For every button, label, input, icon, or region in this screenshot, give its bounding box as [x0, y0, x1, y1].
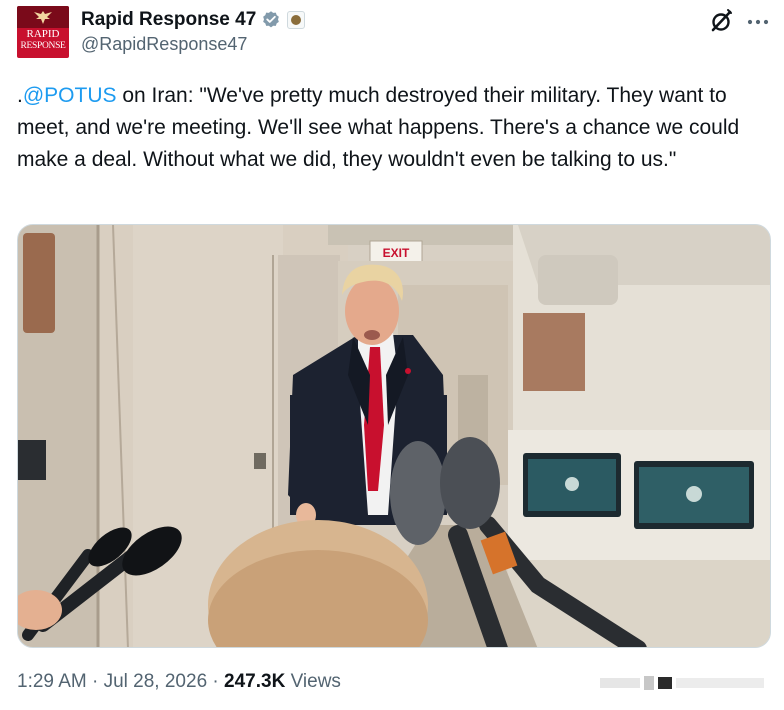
- seal-icon: [291, 15, 302, 25]
- account-handle[interactable]: @RapidResponse47: [81, 34, 247, 55]
- views-label: Views: [285, 671, 341, 692]
- exit-sign-text: EXIT: [383, 246, 410, 260]
- avatar[interactable]: RAPID RESPONSE: [17, 6, 69, 58]
- verified-badge-icon[interactable]: [261, 10, 281, 30]
- eagle-icon: [34, 11, 52, 24]
- avatar-text-rapid: RAPID: [26, 28, 60, 40]
- tweet-date[interactable]: Jul 28, 2026: [104, 671, 208, 692]
- mention-link[interactable]: @POTUS: [23, 84, 117, 107]
- tweet-footer: 1:29 AM · Jul 28, 2026 · 247.3K Views: [17, 671, 341, 693]
- affiliation-badge-icon[interactable]: [287, 11, 306, 29]
- grok-icon[interactable]: [709, 8, 735, 34]
- footer-separator: ·: [207, 671, 225, 692]
- footer-separator: ·: [86, 671, 104, 692]
- media-scene: EXIT: [18, 225, 770, 647]
- avatar-text-response: RESPONSE: [20, 41, 66, 51]
- account-name-line: Rapid Response 47: [81, 8, 306, 32]
- watermark-image: [600, 676, 764, 690]
- tweet-text: .@POTUS on Iran: "We've pretty much dest…: [17, 80, 777, 176]
- media-image[interactable]: EXIT: [17, 224, 771, 648]
- account-name[interactable]: Rapid Response 47: [81, 9, 256, 31]
- views-count: 247.3K: [224, 671, 286, 692]
- tweet-time[interactable]: 1:29 AM: [17, 671, 87, 692]
- tweet-header: RAPID RESPONSE Rapid Response 47 @RapidR…: [17, 6, 772, 62]
- more-icon[interactable]: [745, 10, 771, 34]
- tweet-text-body: on Iran: "We've pretty much destroyed th…: [17, 84, 740, 171]
